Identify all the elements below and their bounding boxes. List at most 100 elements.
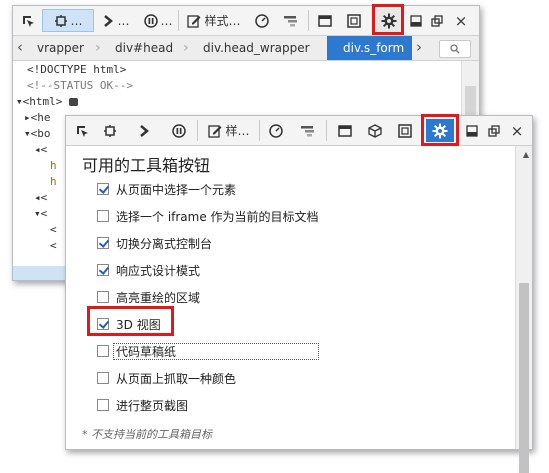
dock-bottom-button[interactable] xyxy=(462,119,482,142)
breadcrumb-item[interactable]: div.head_wrapper xyxy=(203,36,310,60)
checkbox[interactable] xyxy=(97,318,109,330)
option-label: 选择一个 iframe 作为当前的目标文档 xyxy=(116,209,319,224)
profiler-button[interactable] xyxy=(263,119,289,142)
breadcrumb: ‹ vrapper › div#head › div.head_wrapper … xyxy=(13,36,479,61)
option-eyedropper[interactable]: 从页面上抓取一种颜色 xyxy=(97,369,236,387)
breadcrumb-forward-arrow[interactable]: › xyxy=(416,36,422,60)
breadcrumb-item-current[interactable]: div.s_form xyxy=(327,36,413,60)
settings-button[interactable] xyxy=(426,119,454,142)
pick-element-icon xyxy=(77,125,88,137)
breadcrumb-separator: › xyxy=(95,40,101,56)
code-line[interactable]: ▾< xyxy=(34,206,47,221)
options-scrollbar[interactable]: ▲ xyxy=(515,146,532,473)
code-line[interactable]: < xyxy=(50,222,57,237)
close-button[interactable]: × xyxy=(451,9,471,32)
style-editor-button[interactable]: 样式… xyxy=(180,9,248,32)
expand-arrow-icon[interactable]: ▾ xyxy=(16,95,23,108)
dock-bottom-button[interactable] xyxy=(406,9,426,32)
search-icon xyxy=(450,44,460,54)
debugger-icon xyxy=(172,123,186,138)
profiler-icon xyxy=(255,13,269,28)
undock-button[interactable] xyxy=(484,119,504,142)
option-label: 从页面中选择一个元素 xyxy=(116,182,237,197)
option-3d-view[interactable]: 3D 视图 xyxy=(97,315,161,333)
network-button[interactable] xyxy=(294,119,322,142)
code-line[interactable]: ▾<bo xyxy=(24,126,51,141)
profiler-button[interactable] xyxy=(249,9,275,32)
gear-icon xyxy=(381,13,397,28)
code-line[interactable]: ▸<he xyxy=(24,110,51,125)
dock-bottom-icon xyxy=(466,124,478,137)
unsupported-footnote: * 不支持当前的工具箱目标 xyxy=(82,428,212,441)
breadcrumb-back-arrow[interactable]: ‹ xyxy=(17,36,31,60)
code-line[interactable]: h xyxy=(50,174,57,189)
search-button[interactable] xyxy=(439,40,471,58)
dock-bottom-icon xyxy=(410,14,422,27)
screenshot-icon xyxy=(398,123,412,138)
node-icon xyxy=(69,98,78,106)
option-label: 3D 视图 xyxy=(116,317,161,332)
breadcrumb-item[interactable]: vrapper xyxy=(37,36,84,60)
checkbox[interactable] xyxy=(97,183,109,195)
network-button[interactable] xyxy=(277,9,305,32)
3d-view-button[interactable] xyxy=(362,119,388,142)
undock-button[interactable] xyxy=(427,9,447,32)
responsive-more: … xyxy=(70,13,83,28)
checkbox[interactable] xyxy=(97,210,109,222)
close-button[interactable]: × xyxy=(507,119,527,142)
style-editor-icon xyxy=(208,124,222,138)
code-line[interactable]: ◂< xyxy=(34,142,47,157)
checkbox[interactable] xyxy=(97,372,109,384)
expand-arrow-icon[interactable]: ▾ xyxy=(24,127,31,140)
close-icon: × xyxy=(510,121,524,140)
code-line[interactable]: <!--STATUS OK--> xyxy=(27,78,133,93)
scratchpad-button[interactable] xyxy=(312,9,338,32)
responsive-mode-button[interactable] xyxy=(97,119,123,142)
style-editor-label: 样… xyxy=(225,124,250,138)
scroll-up-icon[interactable]: ▲ xyxy=(523,150,529,159)
toolbar-divider xyxy=(197,120,198,141)
option-label: 代码草稿纸 xyxy=(116,344,177,359)
debugger-button[interactable]: … xyxy=(139,9,177,32)
expand-arrow-icon[interactable]: ◂ xyxy=(34,191,41,204)
option-scratchpad[interactable]: 代码草稿纸 xyxy=(97,342,176,360)
console-button[interactable]: … xyxy=(97,9,135,32)
option-responsive-design[interactable]: 响应式设计模式 xyxy=(97,261,200,279)
option-label: 进行整页截图 xyxy=(116,398,189,413)
checkbox[interactable] xyxy=(97,345,109,357)
pick-element-button[interactable] xyxy=(70,119,94,142)
option-pick-element[interactable]: 从页面中选择一个元素 xyxy=(97,180,236,198)
breadcrumb-item[interactable]: div#head xyxy=(115,36,173,60)
scratchpad-icon xyxy=(338,124,352,137)
option-screenshot[interactable]: 进行整页截图 xyxy=(97,396,188,414)
settings-button[interactable] xyxy=(376,9,402,32)
scratchpad-button[interactable] xyxy=(332,119,358,142)
code-line[interactable]: ◂< xyxy=(34,190,47,205)
collapse-arrow-icon[interactable]: ▸ xyxy=(24,111,31,124)
code-line[interactable]: ▾<html> xyxy=(16,94,78,109)
checkbox[interactable] xyxy=(97,399,109,411)
toolbox-buttons-heading: 可用的工具箱按钮 xyxy=(82,156,211,175)
pick-element-button[interactable] xyxy=(16,9,40,32)
debugger-button[interactable] xyxy=(166,119,192,142)
code-line[interactable]: < xyxy=(50,238,57,253)
screenshot-button[interactable] xyxy=(392,119,418,142)
option-paint-flashing[interactable]: 高亮重绘的区域 xyxy=(97,288,200,306)
responsive-mode-button[interactable]: … xyxy=(42,9,94,32)
console-button[interactable] xyxy=(132,119,158,142)
option-split-console[interactable]: 切换分离式控制台 xyxy=(97,234,212,252)
code-line[interactable]: <!DOCTYPE html> xyxy=(27,62,126,77)
expand-arrow-icon[interactable]: ▾ xyxy=(34,207,41,220)
option-frame-selector[interactable]: 选择一个 iframe 作为当前的目标文档 xyxy=(97,207,319,225)
style-editor-button[interactable]: 样… xyxy=(203,119,255,142)
scrollbar-thumb[interactable] xyxy=(519,283,529,473)
debugger-icon xyxy=(143,13,158,28)
scrollbar-thumb[interactable] xyxy=(465,86,476,116)
style-editor-label: 样式… xyxy=(204,14,241,28)
code-line[interactable]: h xyxy=(50,158,57,173)
screenshot-button[interactable] xyxy=(341,9,367,32)
checkbox[interactable] xyxy=(97,264,109,276)
checkbox[interactable] xyxy=(97,291,109,303)
checkbox[interactable] xyxy=(97,237,109,249)
expand-arrow-icon[interactable]: ◂ xyxy=(34,143,41,156)
